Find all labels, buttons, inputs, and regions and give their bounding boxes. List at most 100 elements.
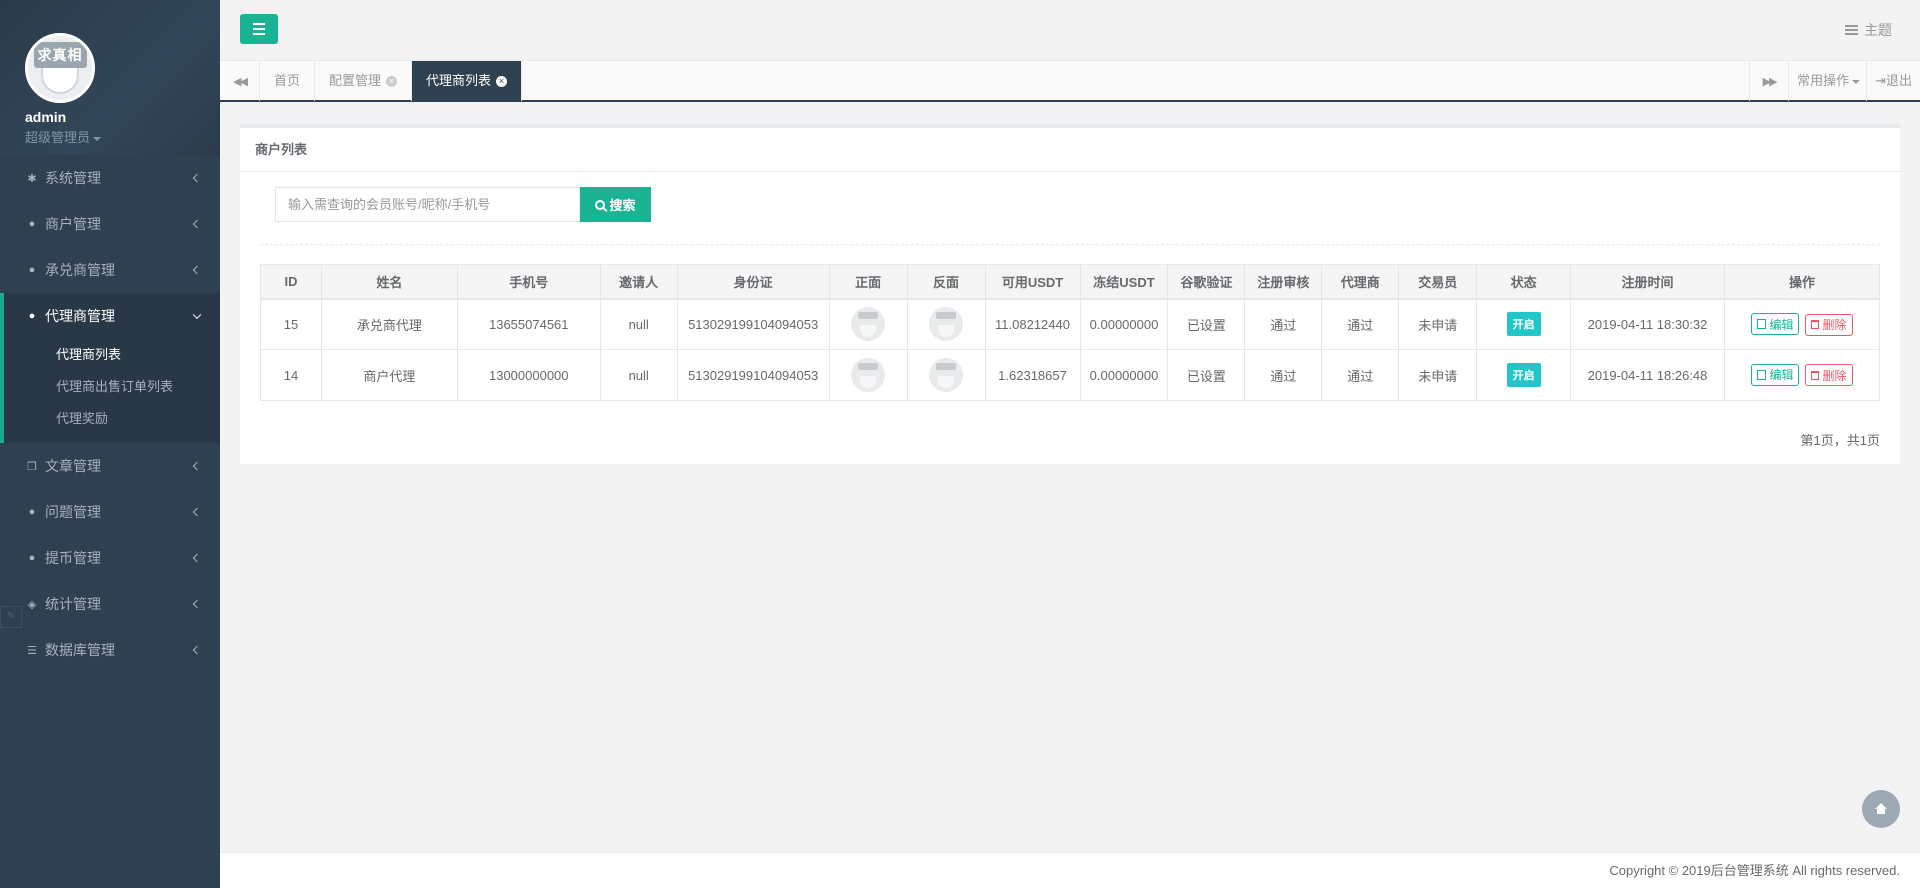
column-header[interactable]: 注册时间 xyxy=(1570,264,1725,300)
sidebar-item-database[interactable]: ☰ 数据库管理 xyxy=(0,627,220,673)
avatar-face-icon xyxy=(41,68,79,94)
sidebar-item-article[interactable]: ❐ 文章管理 xyxy=(0,443,220,489)
submenu-item-agent-list[interactable]: 代理商列表 xyxy=(4,339,220,371)
tab-config[interactable]: 配置管理 × xyxy=(315,61,413,101)
cell-status: 开启 xyxy=(1476,298,1572,350)
tab-agent-list[interactable]: 代理商列表 × xyxy=(412,61,523,101)
submenu-item-agent-rewards[interactable]: 代理奖励 xyxy=(4,403,220,435)
column-header[interactable]: 代理商 xyxy=(1321,264,1400,300)
column-header[interactable]: 冻结USDT xyxy=(1079,264,1169,300)
search-button[interactable]: 搜索 xyxy=(580,187,651,222)
logout-label: 退出 xyxy=(1885,73,1912,88)
back-to-top-button[interactable] xyxy=(1862,790,1900,828)
user-role-dropdown[interactable]: 超级管理员 xyxy=(25,127,220,146)
user-name: admin xyxy=(25,109,67,125)
search-icon xyxy=(595,199,606,210)
user-icon: ● xyxy=(28,310,36,322)
id-back-image[interactable] xyxy=(929,307,964,342)
edit-label: 编辑 xyxy=(1769,317,1794,332)
chevron-left-icon xyxy=(192,173,202,183)
column-header[interactable]: 手机号 xyxy=(456,264,601,300)
sidebar-item-withdraw[interactable]: ● 提币管理 xyxy=(0,535,220,581)
logout-button[interactable]: ⇥退出 xyxy=(1867,61,1920,101)
chevron-down-icon xyxy=(192,310,202,320)
chevron-left-icon xyxy=(192,599,202,609)
sidebar-item-system[interactable]: ✱ 系统管理 xyxy=(0,155,220,201)
column-header[interactable]: ID xyxy=(260,264,322,300)
id-back-image[interactable] xyxy=(929,358,964,392)
agent-submenu: 代理商列表 代理商出售订单列表 代理奖励 xyxy=(4,339,220,443)
status-badge[interactable]: 开启 xyxy=(1506,312,1541,337)
sidebar-item-merchant[interactable]: ● 商户管理 xyxy=(0,201,220,247)
column-header[interactable]: 可用USDT xyxy=(984,264,1081,300)
close-icon[interactable]: × xyxy=(386,75,398,87)
sidebar-item-label: 数据库管理 xyxy=(45,642,115,658)
cell-actions: 编辑 删除 xyxy=(1723,349,1881,401)
table-header-row: ID 姓名 手机号 邀请人 身份证 正面 反面 可用USDT 冻结USDT 谷歌… xyxy=(260,264,1881,300)
close-icon[interactable]: × xyxy=(496,75,508,87)
id-front-image[interactable] xyxy=(851,307,886,342)
edit-label: 编辑 xyxy=(1769,368,1794,383)
sidebar-item-acceptor[interactable]: ● 承兑商管理 xyxy=(0,247,220,293)
sidebar-item-label: 提币管理 xyxy=(45,550,101,566)
column-header[interactable]: 交易员 xyxy=(1398,264,1478,300)
scroll-left-button[interactable]: ◀◀ xyxy=(220,61,260,101)
cell-trader: 未申请 xyxy=(1398,349,1478,401)
sidebar-item-question[interactable]: ● 问题管理 xyxy=(0,489,220,535)
gear-icon: ✱ xyxy=(27,172,37,185)
bars-icon-line xyxy=(253,33,265,35)
cell-google: 已设置 xyxy=(1167,349,1246,401)
edit-button[interactable]: 编辑 xyxy=(1751,363,1800,386)
status-badge[interactable]: 开启 xyxy=(1506,363,1541,387)
id-front-image[interactable] xyxy=(851,358,886,392)
chevron-left-icon xyxy=(192,553,202,563)
trash-icon xyxy=(1811,370,1820,380)
pencil-icon[interactable]: ✎ xyxy=(0,606,22,628)
cell-back xyxy=(906,349,986,401)
sidebar-item-stats[interactable]: ◈ 统计管理 xyxy=(0,581,220,627)
cell-actions: 编辑 删除 xyxy=(1723,298,1881,350)
column-header[interactable]: 正面 xyxy=(828,264,908,300)
sidebar-item-agent[interactable]: ● 代理商管理 xyxy=(4,293,220,339)
column-header: 操作 xyxy=(1723,264,1881,300)
chevron-left-icon xyxy=(192,507,202,517)
common-ops-dropdown[interactable]: 常用操作 xyxy=(1789,61,1868,101)
cell-review: 通过 xyxy=(1244,349,1323,401)
common-ops-label: 常用操作 xyxy=(1797,73,1850,88)
cell-inviter: null xyxy=(599,298,678,350)
tab-home[interactable]: 首页 xyxy=(260,61,316,101)
submenu-item-agent-orders[interactable]: 代理商出售订单列表 xyxy=(4,371,220,403)
column-header[interactable]: 姓名 xyxy=(320,264,458,300)
divider xyxy=(260,244,1880,245)
column-header[interactable]: 邀请人 xyxy=(599,264,678,300)
column-header[interactable]: 谷歌验证 xyxy=(1167,264,1246,300)
backward-icon: ◀◀ xyxy=(233,75,248,88)
column-header[interactable]: 身份证 xyxy=(676,264,830,300)
sidebar-item-label: 统计管理 xyxy=(45,596,101,612)
column-header[interactable]: 注册审核 xyxy=(1244,264,1323,300)
delete-button[interactable]: 删除 xyxy=(1805,364,1853,387)
scroll-right-button[interactable]: ▶▶ xyxy=(1749,61,1790,101)
theme-button[interactable]: 主题 xyxy=(1845,20,1892,40)
cell-back xyxy=(906,298,986,350)
tab-label: 首页 xyxy=(274,73,301,88)
search-button-label: 搜索 xyxy=(609,198,636,213)
sidebar-item-label: 问题管理 xyxy=(45,504,101,520)
avatar-text: 求真相 xyxy=(33,42,87,68)
sidebar-item-label: 文章管理 xyxy=(45,458,101,474)
trash-icon xyxy=(1811,320,1820,329)
column-header[interactable]: 反面 xyxy=(906,264,986,300)
tasks-icon xyxy=(1845,25,1858,35)
chevron-left-icon xyxy=(192,219,202,229)
cell-name: 承兑商代理 xyxy=(320,298,458,350)
topbar: 主题 xyxy=(220,0,1920,60)
menu-toggle-button[interactable] xyxy=(240,14,278,44)
avatar[interactable]: 求真相 xyxy=(25,33,95,103)
column-header[interactable]: 状态 xyxy=(1476,264,1572,300)
sign-out-icon: ⇥ xyxy=(1875,73,1886,88)
cell-name: 商户代理 xyxy=(320,349,458,401)
edit-button[interactable]: 编辑 xyxy=(1751,313,1800,335)
delete-button[interactable]: 删除 xyxy=(1805,313,1853,336)
search-input[interactable] xyxy=(275,187,580,222)
forward-icon: ▶▶ xyxy=(1762,75,1778,88)
